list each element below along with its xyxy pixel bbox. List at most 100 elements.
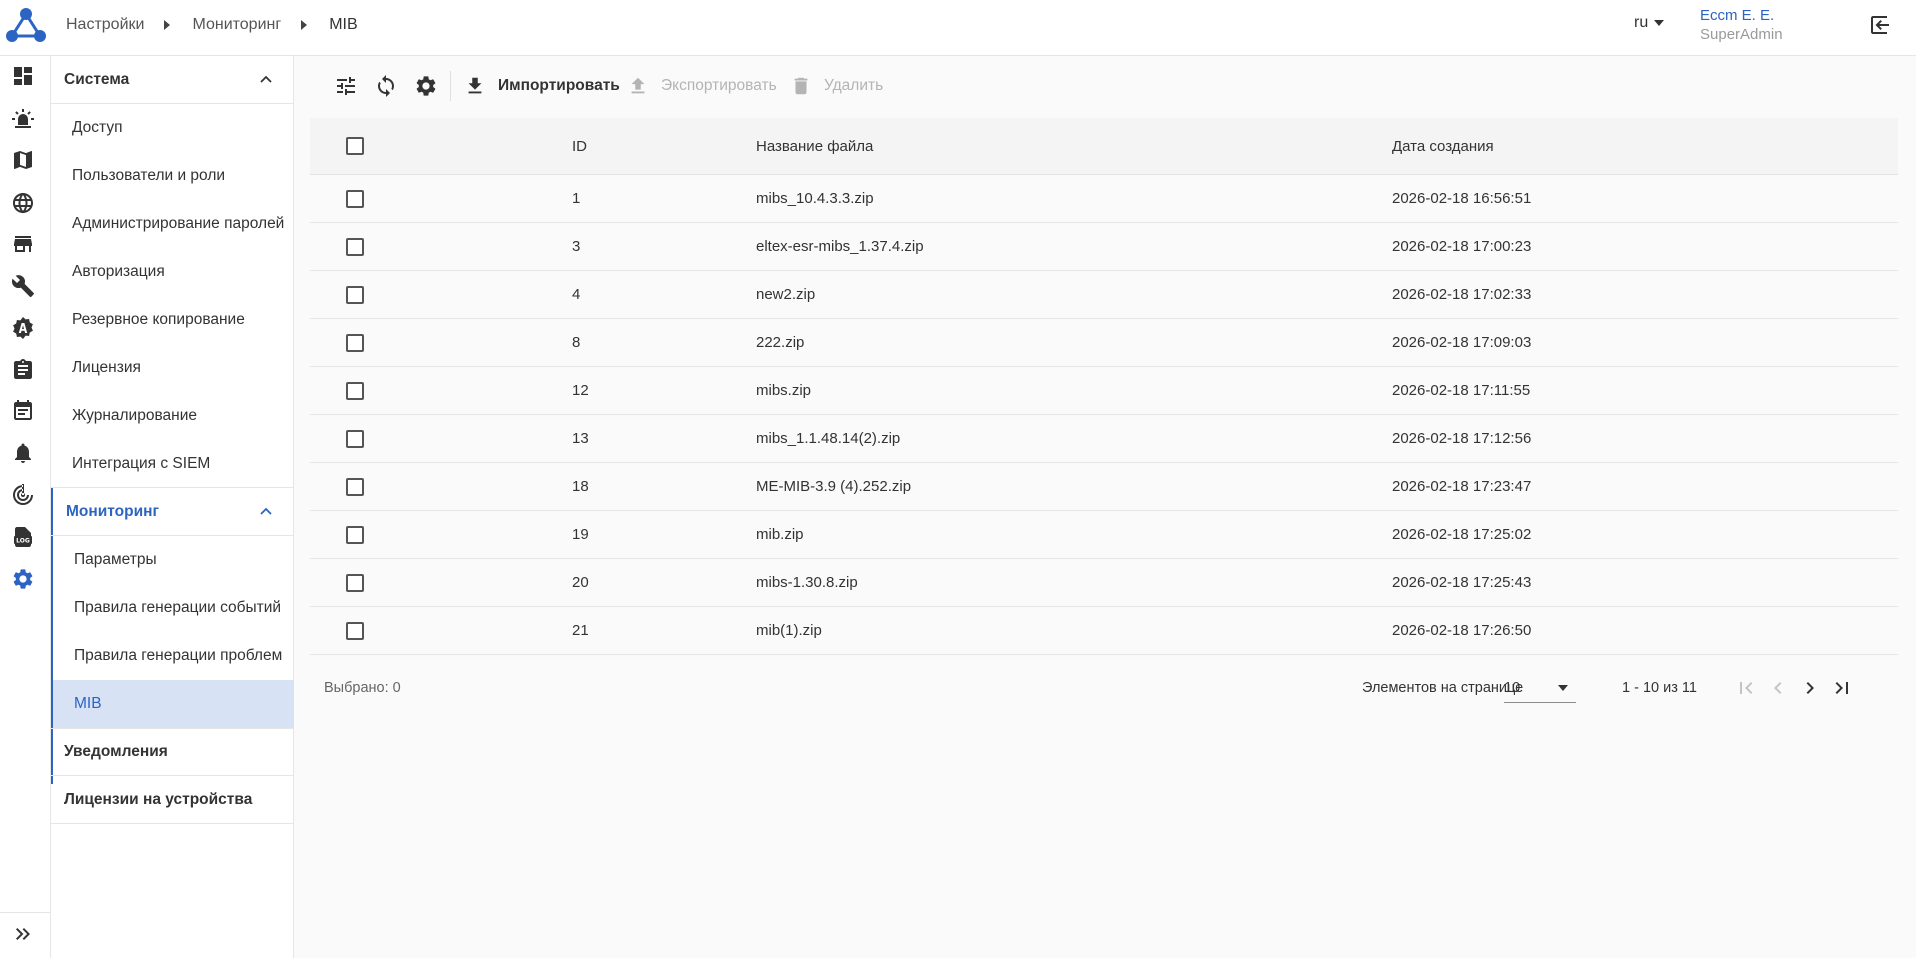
row-checkbox[interactable] bbox=[346, 382, 364, 400]
next-page-icon[interactable] bbox=[1798, 676, 1822, 700]
row-checkbox[interactable] bbox=[346, 622, 364, 640]
first-page-icon[interactable] bbox=[1734, 676, 1758, 700]
row-checkbox[interactable] bbox=[346, 238, 364, 256]
dashboard-icon[interactable] bbox=[11, 64, 35, 88]
cell-file-name: mibs_1.1.48.14(2).zip bbox=[756, 430, 901, 447]
sidebar-item-event-rules[interactable]: Правила генерации событий bbox=[51, 584, 294, 632]
user-info[interactable]: Eccm E. E. SuperAdmin bbox=[1700, 6, 1783, 44]
sidebar-item-mib[interactable]: MIB bbox=[53, 680, 294, 728]
clipboard-icon[interactable] bbox=[11, 358, 35, 382]
sidebar-section-system[interactable]: Система bbox=[51, 56, 294, 104]
items-per-page-label: Элементов на странице bbox=[1362, 680, 1524, 696]
icon-rail: LOG bbox=[0, 56, 51, 958]
sidebar-item-problem-rules[interactable]: Правила генерации проблем bbox=[51, 632, 294, 680]
cell-created-date: 2026-02-18 17:02:33 bbox=[1392, 286, 1532, 303]
sidebar-item-backup[interactable]: Резервное копирование bbox=[51, 296, 294, 344]
table-row[interactable]: 20 mibs-1.30.8.zip 2026-02-18 17:25:43 bbox=[310, 559, 1898, 607]
sidebar-section-device-licenses[interactable]: Лицензии на устройства bbox=[51, 776, 294, 824]
event-calendar-icon[interactable] bbox=[11, 399, 35, 423]
table-row[interactable]: 3 eltex-esr-mibs_1.37.4.zip 2026-02-18 17:… bbox=[310, 223, 1898, 271]
expand-menu-icon[interactable] bbox=[11, 922, 35, 946]
export-button[interactable]: Экспортировать bbox=[627, 73, 777, 99]
globe-icon[interactable] bbox=[11, 191, 35, 215]
prev-page-icon[interactable] bbox=[1766, 676, 1790, 700]
row-checkbox[interactable] bbox=[346, 574, 364, 592]
sidebar-section-notifications[interactable]: Уведомления bbox=[51, 728, 294, 776]
row-checkbox[interactable] bbox=[346, 430, 364, 448]
table-row[interactable]: 21 mib(1).zip 2026-02-18 17:26:50 bbox=[310, 607, 1898, 655]
sidebar-item-siem[interactable]: Интеграция с SIEM bbox=[51, 440, 294, 488]
table-row[interactable]: 12 mibs.zip 2026-02-18 17:11:55 bbox=[310, 367, 1898, 415]
table-row[interactable]: 8 222.zip 2026-02-18 17:09:03 bbox=[310, 319, 1898, 367]
language-select[interactable]: ru bbox=[1634, 14, 1665, 32]
delete-button[interactable]: Удалить bbox=[790, 73, 883, 99]
column-header-name[interactable]: Название файла bbox=[756, 118, 873, 174]
cell-file-name: new2.zip bbox=[756, 286, 816, 303]
alarm-icon[interactable] bbox=[11, 107, 35, 131]
table-row[interactable]: 13 mibs_1.1.48.14(2).zip 2026-02-18 17:12:… bbox=[310, 415, 1898, 463]
sidebar-item-password-admin[interactable]: Администрирование паролей bbox=[51, 200, 294, 248]
row-checkbox[interactable] bbox=[346, 190, 364, 208]
app-logo[interactable] bbox=[4, 4, 48, 48]
wrench-icon[interactable] bbox=[11, 274, 35, 298]
gear-icon[interactable] bbox=[11, 567, 35, 591]
breadcrumb-monitoring[interactable]: Мониторинг bbox=[192, 16, 281, 34]
table-row[interactable]: 4 new2.zip 2026-02-18 17:02:33 bbox=[310, 271, 1898, 319]
download-icon bbox=[468, 77, 482, 94]
cell-created-date: 2026-02-18 17:09:03 bbox=[1392, 334, 1532, 351]
export-label: Экспортировать bbox=[661, 77, 777, 94]
log-icon[interactable]: LOG bbox=[11, 525, 35, 549]
logout-icon[interactable] bbox=[1868, 13, 1892, 37]
sidebar-item-users-roles[interactable]: Пользователи и роли bbox=[51, 152, 294, 200]
selected-count: Выбрано: 0 bbox=[324, 680, 401, 696]
cell-id: 8 bbox=[572, 334, 581, 351]
sidebar-section-monitoring[interactable]: Мониторинг bbox=[51, 488, 294, 536]
sidebar-item-authorization[interactable]: Авторизация bbox=[51, 248, 294, 296]
breadcrumb-mib: MIB bbox=[329, 16, 358, 33]
cell-id: 13 bbox=[572, 430, 589, 447]
cell-id: 21 bbox=[572, 622, 589, 639]
cell-file-name: mibs-1.30.8.zip bbox=[756, 574, 858, 591]
sidebar-item-license[interactable]: Лицензия bbox=[51, 344, 294, 392]
radar-icon[interactable] bbox=[11, 483, 35, 507]
row-checkbox[interactable] bbox=[346, 478, 364, 496]
sidebar-item-parameters[interactable]: Параметры bbox=[51, 536, 294, 584]
last-page-icon[interactable] bbox=[1830, 676, 1854, 700]
bell-icon[interactable] bbox=[11, 441, 35, 465]
gear-icon[interactable] bbox=[414, 74, 438, 98]
cell-file-name: 222.zip bbox=[756, 334, 805, 351]
row-checkbox[interactable] bbox=[346, 526, 364, 544]
caret-down-icon bbox=[1654, 20, 1665, 26]
filter-settings-icon[interactable] bbox=[334, 74, 358, 98]
auto-badge-icon[interactable] bbox=[11, 316, 35, 340]
cell-id: 4 bbox=[572, 286, 581, 303]
table-row[interactable]: 19 mib.zip 2026-02-18 17:25:02 bbox=[310, 511, 1898, 559]
column-header-id[interactable]: ID bbox=[572, 118, 587, 174]
user-role: SuperAdmin bbox=[1700, 26, 1783, 43]
items-per-page-select[interactable]: 10 bbox=[1504, 673, 1576, 703]
language-value: ru bbox=[1634, 14, 1649, 31]
import-button[interactable]: Импортировать bbox=[464, 73, 620, 99]
sidebar-item-logging[interactable]: Журналирование bbox=[51, 392, 294, 440]
upload-icon bbox=[631, 77, 645, 94]
column-header-date[interactable]: Дата создания bbox=[1392, 118, 1494, 174]
table-row[interactable]: 18 ME-MIB-3.9 (4).252.zip 2026-02-18 17:23… bbox=[310, 463, 1898, 511]
cell-id: 19 bbox=[572, 526, 589, 543]
breadcrumb-settings[interactable]: Настройки bbox=[66, 16, 144, 34]
row-checkbox[interactable] bbox=[346, 334, 364, 352]
refresh-icon[interactable] bbox=[374, 74, 398, 98]
top-bar: Настройки Мониторинг MIB ru Eccm E. E. S… bbox=[0, 0, 1916, 56]
cell-created-date: 2026-02-18 17:25:02 bbox=[1392, 526, 1532, 543]
store-icon[interactable] bbox=[11, 232, 35, 256]
user-name: Eccm E. E. bbox=[1700, 7, 1775, 24]
cell-created-date: 2026-02-18 17:23:47 bbox=[1392, 478, 1532, 495]
mib-table: ID Название файла Дата создания 1 mibs_10… bbox=[310, 118, 1898, 655]
cell-id: 3 bbox=[572, 238, 581, 255]
sidebar-item-access[interactable]: Доступ bbox=[51, 104, 294, 152]
row-checkbox[interactable] bbox=[346, 286, 364, 304]
select-all-checkbox[interactable] bbox=[346, 137, 364, 155]
import-label: Импортировать bbox=[498, 77, 620, 94]
table-row[interactable]: 1 mibs_10.4.3.3.zip 2026-02-18 16:56:51 bbox=[310, 175, 1898, 223]
map-icon[interactable] bbox=[11, 148, 35, 172]
trash-icon bbox=[794, 77, 808, 95]
